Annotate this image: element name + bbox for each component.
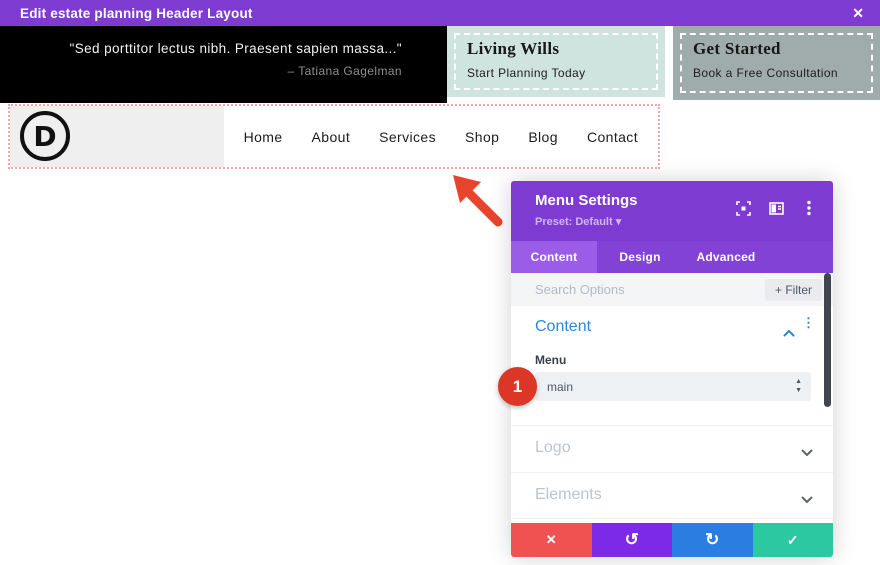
card-title: Living Wills [467,39,586,59]
modal-title: Menu Settings [535,192,638,209]
step-number: 1 [513,377,522,397]
card-living-wills: Living Wills Start Planning Today [447,26,665,97]
quote-attribution: – Tatiana Gagelman [0,64,402,78]
filter-button[interactable]: + Filter [765,279,822,301]
chevron-down-icon [801,444,813,462]
modal-footer: ✕ ↺ ↻ ✓ [511,523,833,557]
modal-header: Menu Settings Preset: Default ▾ [511,181,833,241]
logo-letter: D [33,120,56,153]
nav-item-services[interactable]: Services [379,129,436,145]
section-logo-title: Logo [535,439,571,457]
panel-layout-icon[interactable] [768,200,784,216]
menu-module-preview[interactable]: D Home About Services Shop Blog Contact [8,104,660,169]
card-title: Get Started [693,39,838,59]
section-elements[interactable]: Elements [511,472,833,519]
step-badge: 1 [498,367,537,406]
nav-item-about[interactable]: About [312,129,351,145]
card-get-started: Get Started Book a Free Consultation [673,26,880,100]
nav-item-home[interactable]: Home [244,129,283,145]
menu-select-value: main [547,380,573,394]
testimonial-quote-block: "Sed porttitor lectus nibh. Praesent sap… [0,26,447,103]
preset-selector[interactable]: Preset: Default ▾ [535,215,621,228]
tab-content[interactable]: Content [511,241,597,273]
select-arrows-icon: ▲ ▼ [795,377,802,395]
nav-item-contact[interactable]: Contact [587,129,638,145]
save-button[interactable]: ✓ [753,523,834,557]
focus-mode-icon[interactable] [735,200,751,216]
page: Edit estate planning Header Layout ✕ "Se… [0,0,880,565]
menu-field-label: Menu [535,353,566,367]
chevron-up-icon[interactable] [783,324,795,342]
discard-button[interactable]: ✕ [511,523,592,557]
more-options-kebab-icon[interactable] [801,200,817,216]
card-subtitle: Start Planning Today [467,66,586,80]
section-elements-title: Elements [535,486,602,504]
menu-settings-modal: Menu Settings Preset: Default ▾ [511,181,833,557]
section-content-title[interactable]: Content [535,318,591,336]
menu-select[interactable]: main ▲ ▼ [535,372,811,401]
card-subtitle: Book a Free Consultation [693,66,838,80]
search-row: + Filter [511,273,833,306]
annotation-arrow-icon [448,170,508,230]
chevron-down-icon [801,491,813,509]
nav-item-shop[interactable]: Shop [465,129,499,145]
page-title: Edit estate planning Header Layout [0,6,253,21]
logo-area: D [10,106,224,167]
section-kebab-icon[interactable]: ⋮ [802,320,815,325]
search-options-input[interactable] [535,273,755,306]
nav-menu: Home About Services Shop Blog Contact [224,106,658,167]
tab-design[interactable]: Design [597,241,683,273]
preset-label: Preset: Default [535,216,613,228]
preset-caret-icon: ▾ [616,216,622,228]
logo[interactable]: D [20,111,70,161]
undo-button[interactable]: ↺ [592,523,673,557]
admin-top-bar: Edit estate planning Header Layout ✕ [0,0,880,26]
section-logo[interactable]: Logo [511,425,833,472]
close-icon[interactable]: ✕ [852,0,864,26]
scrollbar-thumb[interactable] [824,273,831,407]
nav-item-blog[interactable]: Blog [528,129,558,145]
quote-text: "Sed porttitor lectus nibh. Praesent sap… [0,41,402,56]
modal-tabs: Content Design Advanced [511,241,833,273]
tab-advanced[interactable]: Advanced [683,241,769,273]
redo-button[interactable]: ↻ [672,523,753,557]
